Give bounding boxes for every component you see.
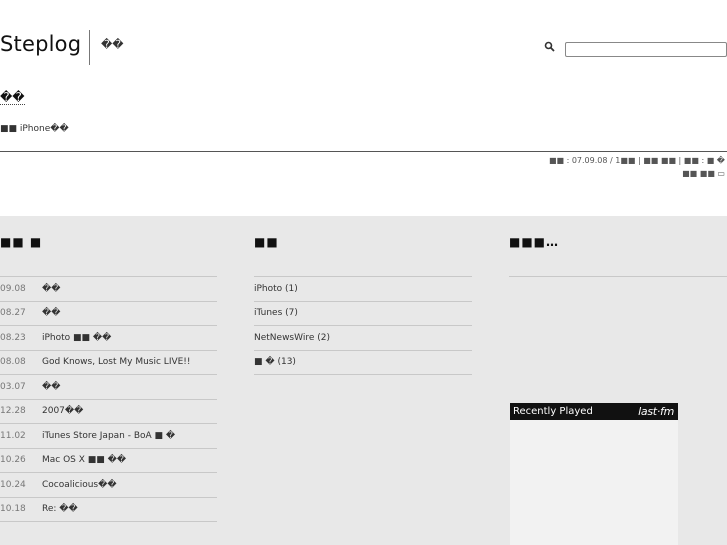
entry-date: 08.27 bbox=[0, 308, 26, 319]
recent-entries-title: ■■ ■ bbox=[0, 235, 43, 249]
entry-link[interactable]: iTunes Store Japan - BoA ■ � bbox=[42, 431, 175, 441]
category-item[interactable]: iTunes (7) bbox=[254, 302, 472, 326]
list-item[interactable]: 10.18 Re: �� bbox=[0, 498, 217, 522]
recent-entries-list: 09.08 �� 08.27 �� 08.23 iPhoto ■■ �� 08.08 G… bbox=[0, 277, 217, 522]
entry-link[interactable]: Re: �� bbox=[42, 504, 78, 514]
main-divider bbox=[0, 151, 727, 152]
post-meta-line-1: ■■ : 07.09.08 / 1■■ | ■■ ■■ | ■■ : ■ � bbox=[548, 156, 725, 165]
list-item[interactable]: 11.02 iTunes Store Japan - BoA ■ � bbox=[0, 424, 217, 449]
entry-date: 08.23 bbox=[0, 332, 26, 343]
entry-date: 03.07 bbox=[0, 381, 26, 392]
category-item[interactable]: NetNewsWire (2) bbox=[254, 326, 472, 351]
entry-title-link[interactable]: �� bbox=[0, 90, 25, 105]
entry-link[interactable]: God Knows, Lost My Music LIVE!! bbox=[42, 357, 191, 367]
breadcrumb[interactable]: ■■ iPhone�� bbox=[0, 124, 69, 134]
list-item[interactable]: 09.08 �� bbox=[0, 277, 217, 302]
category-link[interactable]: iPhoto (1) bbox=[254, 284, 298, 294]
categories-list: iPhoto (1) iTunes (7) NetNewsWire (2) ■ … bbox=[254, 277, 472, 375]
list-item[interactable]: 10.24 Cocoalicious�� bbox=[0, 473, 217, 498]
entry-link[interactable]: �� bbox=[42, 284, 60, 294]
list-item[interactable]: 03.07 �� bbox=[0, 375, 217, 400]
lastfm-header: Recently Played last·fm bbox=[510, 403, 678, 420]
entry-link[interactable]: �� bbox=[42, 382, 60, 392]
entry-date: 10.26 bbox=[0, 455, 26, 466]
entry-link[interactable]: Mac OS X ■■ �� bbox=[42, 455, 126, 465]
footer-area: ■■ ■ 09.08 �� 08.27 �� 08.23 iPhoto ■■ �� 0… bbox=[0, 216, 727, 545]
category-item[interactable]: ■ � (13) bbox=[254, 351, 472, 375]
third-column-title: ■■■… bbox=[509, 235, 560, 249]
list-item[interactable]: 10.26 Mac OS X ■■ �� bbox=[0, 449, 217, 473]
entry-date: 10.24 bbox=[0, 479, 26, 490]
entry-link[interactable]: 2007�� bbox=[42, 406, 83, 416]
category-link[interactable]: ■ � (13) bbox=[254, 357, 296, 367]
entry-date: 11.02 bbox=[0, 430, 26, 441]
post-meta-line-2[interactable]: ■■ ■■ ▭ bbox=[682, 169, 725, 178]
category-link[interactable]: NetNewsWire (2) bbox=[254, 333, 330, 343]
third-column-rule bbox=[509, 276, 727, 277]
search-icon bbox=[544, 41, 558, 55]
entry-date: 10.18 bbox=[0, 504, 26, 515]
entry-link[interactable]: iPhoto ■■ �� bbox=[42, 333, 111, 343]
entry-date: 12.28 bbox=[0, 406, 26, 417]
lastfm-logo[interactable]: last·fm bbox=[638, 405, 674, 418]
categories-title: ■■ bbox=[254, 235, 279, 249]
entry-link[interactable]: �� bbox=[42, 308, 60, 318]
post-meta: ■■ : 07.09.08 / 1■■ | ■■ ■■ | ■■ : ■ � ■… bbox=[525, 154, 725, 180]
list-item[interactable]: 08.27 �� bbox=[0, 302, 217, 326]
recently-played-title: Recently Played bbox=[513, 406, 593, 417]
entry-date: 09.08 bbox=[0, 283, 26, 294]
title-divider bbox=[89, 30, 90, 65]
lastfm-widget: Recently Played last·fm bbox=[510, 403, 678, 545]
site-title[interactable]: Steplog bbox=[0, 32, 81, 56]
entry-date: 08.08 bbox=[0, 357, 26, 368]
entry-link[interactable]: Cocoalicious�� bbox=[42, 480, 117, 490]
site-tagline: �� bbox=[101, 38, 124, 51]
list-item[interactable]: 08.08 God Knows, Lost My Music LIVE!! bbox=[0, 351, 217, 375]
list-item[interactable]: 08.23 iPhoto ■■ �� bbox=[0, 326, 217, 351]
list-item[interactable]: 12.28 2007�� bbox=[0, 400, 217, 424]
category-link[interactable]: iTunes (7) bbox=[254, 308, 298, 318]
category-item[interactable]: iPhoto (1) bbox=[254, 277, 472, 302]
search-input[interactable] bbox=[565, 42, 727, 57]
